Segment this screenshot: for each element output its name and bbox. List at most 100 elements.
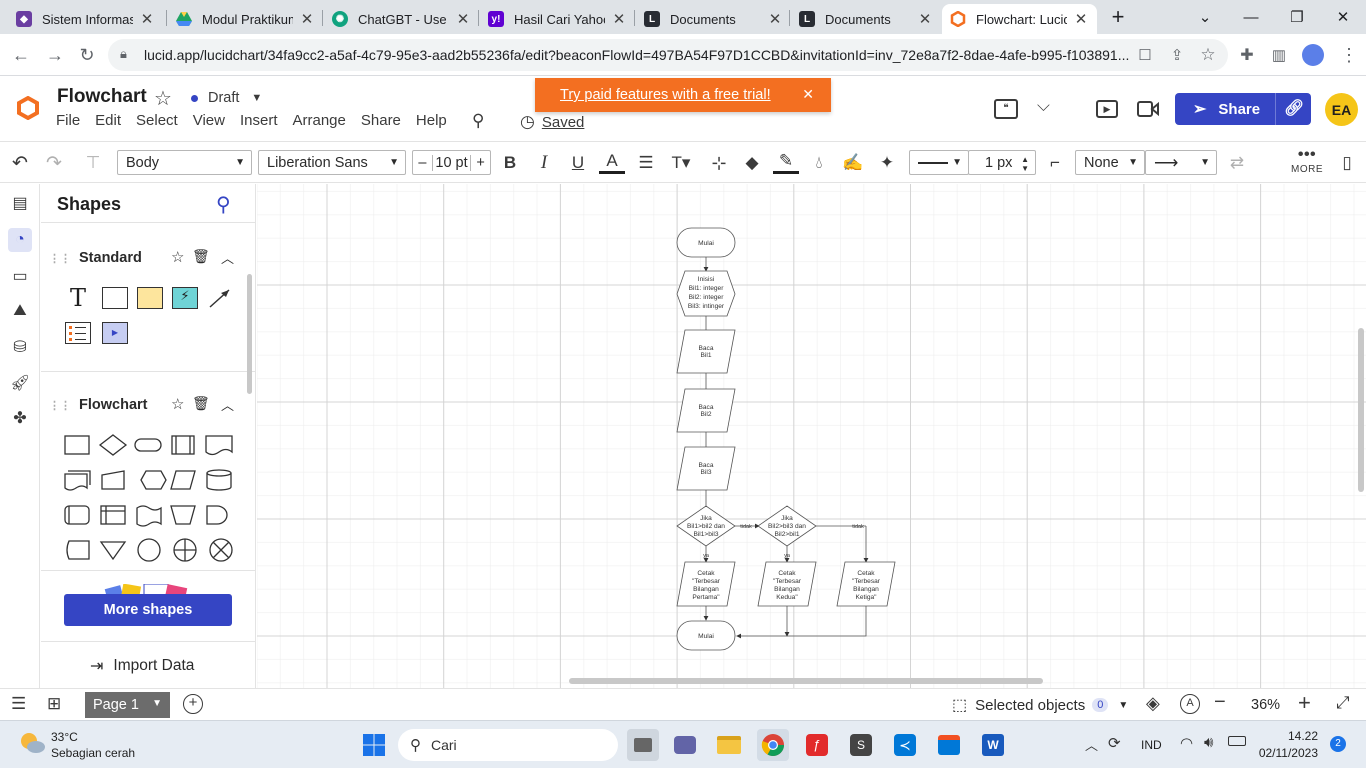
canvas-horizontal-scrollbar[interactable] (569, 678, 1043, 684)
video-call-icon[interactable] (1137, 100, 1159, 123)
font-family-select[interactable]: Liberation Sans ▼ (258, 150, 406, 175)
line-shape[interactable] (207, 287, 233, 309)
sync-icon[interactable]: ⟳ (1108, 734, 1121, 752)
close-window-icon[interactable]: ✕ (1320, 0, 1366, 34)
action-shape[interactable]: ⚡︎ (172, 287, 198, 309)
conditional-format-icon[interactable]: ✍ (840, 150, 866, 176)
redo-icon[interactable]: ↷ (41, 150, 67, 176)
flowchart-section-header[interactable]: ⋮⋮ Flowchart ☆ 🗑︎ ︿ (41, 390, 255, 420)
close-tab-icon[interactable]: ✕ (455, 10, 471, 28)
page-list-icon[interactable]: ☰ (11, 694, 26, 714)
lucid-logo-icon[interactable] (17, 95, 39, 125)
task-view-icon[interactable] (627, 729, 659, 761)
line-style-select[interactable]: ▼ (909, 150, 969, 175)
browser-tab[interactable]: ◆ Sistem Informasi ✕ (8, 4, 163, 34)
acrobat-icon[interactable]: ƒ (801, 729, 833, 761)
line-start-select[interactable]: None ▼ (1075, 150, 1145, 175)
present-icon[interactable]: ▶ (1096, 100, 1118, 118)
minimize-icon[interactable]: — (1228, 0, 1274, 34)
share-button[interactable]: ➢ Share 🔗︎ (1175, 93, 1311, 125)
trash-icon[interactable]: 🗑︎ (192, 395, 210, 412)
weather-icon[interactable] (18, 730, 45, 756)
ms-store-icon[interactable] (933, 729, 965, 761)
rectangle-shape[interactable] (102, 287, 128, 309)
browser-tab[interactable]: Modul Praktikum ✕ (168, 4, 323, 34)
fill-color-icon[interactable]: ◆ (739, 150, 765, 176)
sticky-note-shape[interactable] (137, 287, 163, 309)
more-options-button[interactable]: ••• MORE (1290, 147, 1324, 176)
drag-handle-icon[interactable]: ⋮⋮ (49, 399, 71, 412)
image-icon[interactable]: ⛰ (8, 299, 32, 323)
templates-icon[interactable]: ▤ (8, 191, 32, 215)
language-indicator[interactable]: IND (1141, 738, 1162, 752)
underline-button[interactable]: U (565, 150, 591, 176)
align-text-icon[interactable]: ☰ (633, 150, 659, 176)
zoom-in-button[interactable]: + (1298, 690, 1311, 716)
opacity-icon[interactable]: 💧︎ (806, 150, 832, 176)
menu-edit[interactable]: Edit (95, 112, 121, 129)
wifi-icon[interactable]: ◠ (1180, 734, 1193, 752)
battery-icon[interactable] (1228, 736, 1246, 746)
menu-help[interactable]: Help (416, 112, 447, 129)
clock-time[interactable]: 14.22 (1260, 729, 1318, 743)
flowchart-shape-grid[interactable] (61, 432, 239, 562)
browser-tab[interactable]: L Documents ✕ (636, 4, 791, 34)
teams-chat-icon[interactable] (669, 729, 701, 761)
line-end-select[interactable]: ⟶ ▼ (1145, 150, 1217, 175)
user-avatar[interactable]: EA (1325, 93, 1358, 126)
bold-button[interactable]: B (497, 150, 523, 176)
accessibility-icon[interactable]: A (1180, 694, 1200, 714)
binoculars-icon[interactable]: ⚲ (472, 111, 484, 131)
tab-search-icon[interactable]: ⌄ (1182, 0, 1228, 34)
line-shape-icon[interactable]: ⌐ (1042, 150, 1068, 176)
close-banner-icon[interactable]: ✕ (802, 86, 814, 103)
menu-view[interactable]: View (193, 112, 225, 129)
rocket-icon[interactable]: 🚀︎ (8, 371, 32, 395)
search-icon[interactable]: ⚲ (216, 192, 231, 217)
import-data-button[interactable]: ⇥ Import Data (90, 656, 194, 676)
italic-button[interactable]: I (531, 150, 557, 176)
shape-options-icon[interactable]: ⊹ (706, 150, 732, 176)
video-shape[interactable]: ▶ (102, 322, 128, 344)
share-page-icon[interactable]: ⇪ (1162, 41, 1192, 69)
vscode-icon[interactable]: ≺ (889, 729, 921, 761)
favorite-star-icon[interactable]: ☆ (154, 86, 172, 111)
chrome-icon[interactable] (757, 729, 789, 761)
chevron-up-icon[interactable]: ︿ (221, 395, 234, 414)
close-tab-icon[interactable]: ✕ (767, 10, 783, 28)
frame-icon[interactable]: ▭ (8, 264, 32, 288)
font-size-stepper[interactable]: – 10 pt + (412, 150, 491, 175)
line-width-select[interactable]: 1 px ▲ ▼ (968, 150, 1036, 175)
text-options-icon[interactable]: T▾ (668, 150, 694, 176)
font-size-increase[interactable]: + (470, 154, 490, 171)
close-tab-icon[interactable]: ✕ (139, 10, 155, 28)
favorite-star-icon[interactable]: ☆ (171, 248, 184, 266)
free-trial-banner[interactable]: Try paid features with a free trial! ✕ (535, 78, 831, 112)
zoom-out-button[interactable]: − (1214, 691, 1226, 714)
drag-handle-icon[interactable]: ⋮⋮ (49, 252, 71, 265)
reload-icon[interactable]: ↻ (72, 41, 102, 69)
start-windows-icon[interactable] (358, 729, 390, 761)
side-panel-icon[interactable]: ▥ (1264, 41, 1294, 69)
selected-objects-button[interactable]: ⬚ Selected objects 0 ▼ (952, 695, 1128, 715)
volume-icon[interactable]: 🔊︎ (1204, 734, 1213, 751)
layers-icon[interactable]: ◈ (1146, 693, 1160, 714)
chevron-up-icon[interactable]: ︿ (221, 248, 234, 267)
notification-badge[interactable]: 2 (1330, 736, 1346, 752)
panel-scrollbar[interactable] (247, 274, 252, 394)
text-color-button[interactable]: A (599, 150, 625, 174)
back-icon[interactable]: ← (6, 41, 36, 69)
chevron-down-icon[interactable]: ⌵ (1037, 96, 1050, 116)
profile-icon[interactable] (1298, 41, 1328, 69)
shapes-icon[interactable]: ◔ (8, 228, 32, 252)
undo-icon[interactable]: ↶ (7, 150, 33, 176)
favorite-star-icon[interactable]: ☆ (171, 395, 184, 413)
diagram-canvas[interactable]: Mulai Inisisi Bil1: integer Bil2: intege… (257, 184, 1366, 688)
browser-tab[interactable]: ✺ ChatGBT - Use U ✕ (324, 4, 479, 34)
data-icon[interactable]: ⛁ (8, 335, 32, 359)
page-tab[interactable]: Page 1 ▼ (85, 692, 170, 718)
page-grid-icon[interactable]: ⊞ (47, 694, 61, 714)
file-explorer-icon[interactable] (713, 729, 745, 761)
saved-status[interactable]: ◷ Saved (520, 112, 584, 132)
taskbar-search[interactable]: ⚲ Cari (398, 729, 618, 761)
